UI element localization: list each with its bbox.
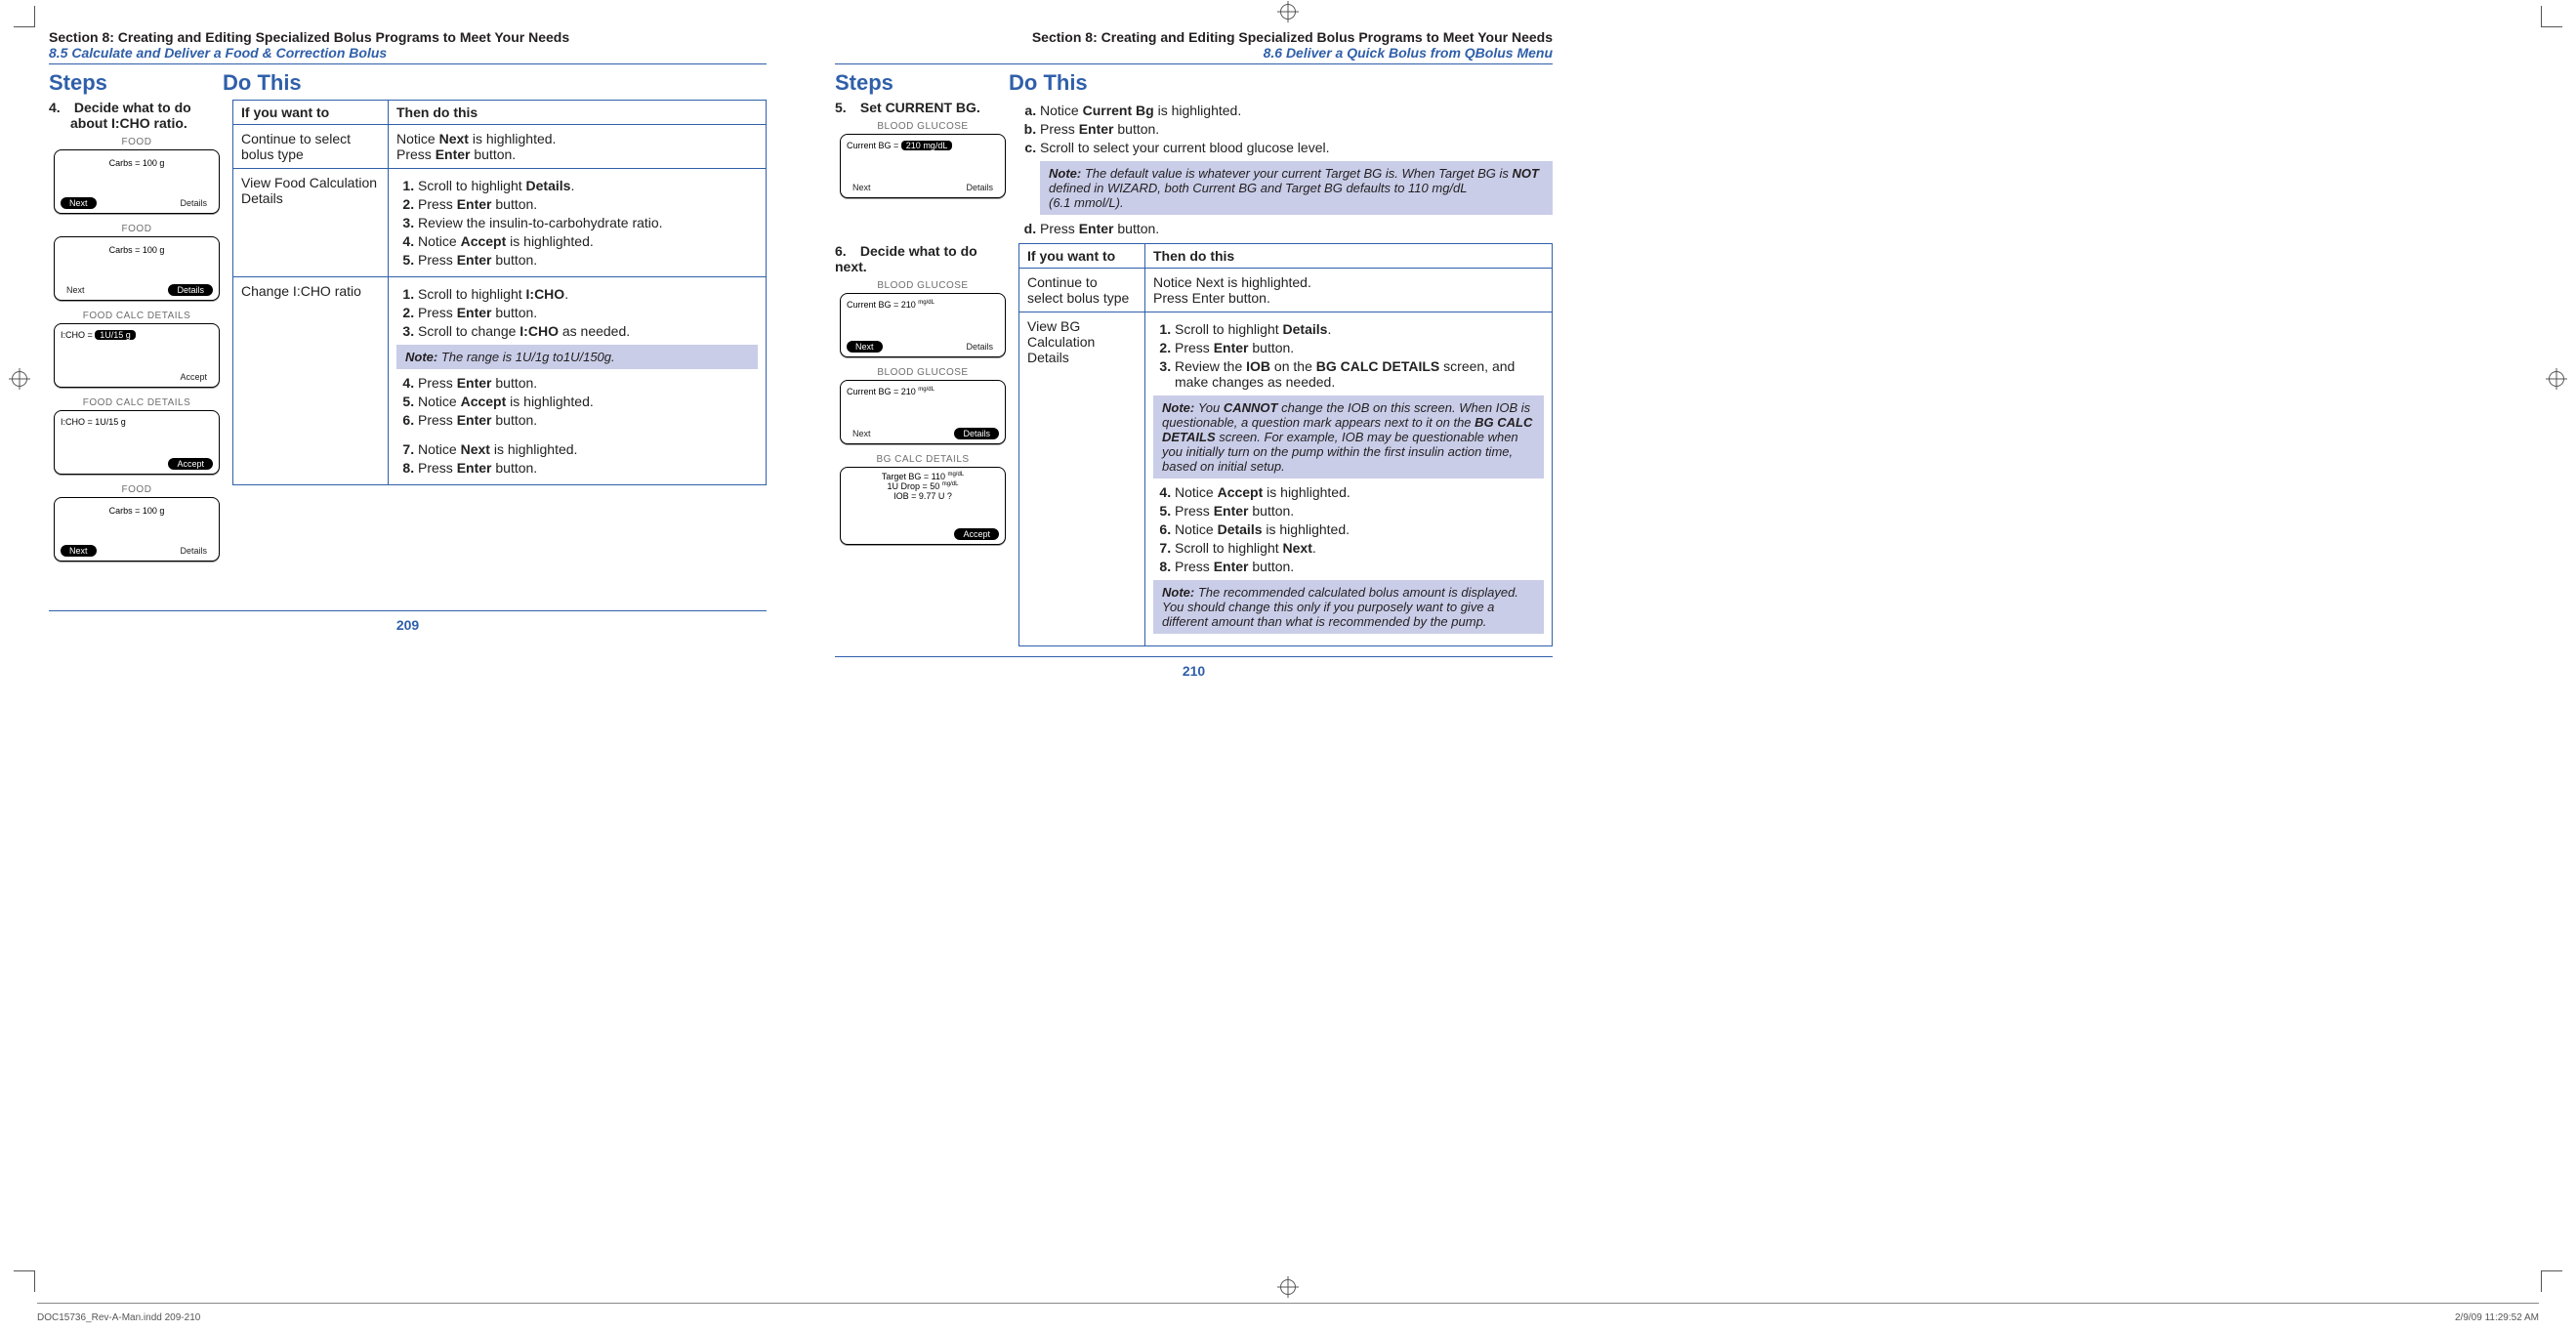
device-mock-bg-1: BLOOD GLUCOSE Current BG = 210 mg/dL Nex… bbox=[840, 121, 1006, 198]
crop-mark-icon bbox=[14, 6, 35, 27]
table-cell: Change I:CHO ratio bbox=[233, 277, 389, 485]
section-rule bbox=[835, 63, 1553, 64]
table-cell: Notice Next is highlighted. Press Enter … bbox=[389, 125, 767, 169]
registration-mark-icon bbox=[1280, 4, 1296, 20]
details-label: Details bbox=[960, 182, 999, 193]
device-mock-bgcalc: BG CALC DETAILS Target BG = 110 mg/dL 1U… bbox=[840, 454, 1006, 545]
section-title: Section 8: Creating and Editing Speciali… bbox=[49, 29, 767, 45]
dothis-heading: Do This bbox=[223, 70, 302, 96]
th-ifyouwantto: If you want to bbox=[1019, 244, 1145, 269]
substep-list: Press Enter button. bbox=[1018, 221, 1553, 236]
step-title: Decide what to do bbox=[74, 100, 191, 115]
value-chip: 1U/15 g bbox=[95, 330, 136, 340]
note-box: Note: The range is 1U/1g to1U/150g. bbox=[396, 345, 758, 369]
table-cell: Continue to select bolus type bbox=[233, 125, 389, 169]
column-headers: Steps Do This bbox=[835, 70, 1553, 96]
registration-mark-icon bbox=[1280, 1279, 1296, 1295]
next-label: Next bbox=[847, 428, 877, 439]
registration-mark-icon bbox=[2549, 371, 2564, 387]
page-left: Section 8: Creating and Editing Speciali… bbox=[49, 29, 767, 679]
slug-rule bbox=[37, 1303, 2539, 1304]
device-mock-foodcalc-2: FOOD CALC DETAILS I:CHO = 1U/15 g Accept bbox=[54, 397, 220, 475]
page-number: 210 bbox=[835, 657, 1553, 679]
crop-mark-icon bbox=[2541, 1270, 2562, 1292]
next-label: Next bbox=[61, 284, 91, 296]
dothis-heading: Do This bbox=[1009, 70, 1088, 96]
steps-heading: Steps bbox=[835, 70, 1009, 96]
table-cell: View BG Calculation Details bbox=[1019, 312, 1145, 646]
device-mock-foodcalc-1: FOOD CALC DETAILS I:CHO = 1U/15 g Accept bbox=[54, 311, 220, 388]
th-thendothis: Then do this bbox=[389, 101, 767, 125]
instruction-table: If you want to Then do this Continue to … bbox=[1018, 243, 1553, 646]
note-box: Note: The recommended calculated bolus a… bbox=[1153, 580, 1544, 634]
section-title: Section 8: Creating and Editing Speciali… bbox=[835, 29, 1553, 45]
crop-mark-icon bbox=[2541, 6, 2562, 27]
subsection-title: 8.6 Deliver a Quick Bolus from QBolus Me… bbox=[835, 45, 1553, 61]
crop-mark-icon bbox=[14, 1270, 35, 1292]
next-button: Next bbox=[847, 341, 883, 353]
section-rule bbox=[49, 63, 767, 64]
step-5: 5. Set CURRENT BG. BLOOD GLUCOSE Current… bbox=[835, 100, 1553, 239]
slug-bar: DOC15736_Rev-A-Man.indd 209-210 2/9/09 1… bbox=[37, 1312, 2539, 1323]
column-headers: Steps Do This bbox=[49, 70, 767, 96]
step-4: 4. Decide what to do about I:CHO ratio. … bbox=[49, 100, 767, 571]
steps-column: 4. Decide what to do about I:CHO ratio. … bbox=[49, 100, 232, 571]
dothis-column: If you want to Then do this Continue to … bbox=[232, 100, 767, 571]
step-title-line2: about I:CHO ratio. bbox=[70, 115, 187, 131]
table-cell: Scroll to highlight I:CHO. Press Enter b… bbox=[389, 277, 767, 485]
device-mock-food-3: FOOD Carbs = 100 g Next Details bbox=[54, 484, 220, 562]
device-mock-food-2: FOOD Carbs = 100 g Next Details bbox=[54, 224, 220, 301]
instruction-table: If you want to Then do this Continue to … bbox=[232, 100, 767, 485]
accept-button: Accept bbox=[168, 458, 213, 470]
accept-button: Accept bbox=[954, 528, 999, 540]
value-chip: 210 mg/dL bbox=[901, 141, 953, 150]
subsection-title: 8.5 Calculate and Deliver a Food & Corre… bbox=[49, 45, 767, 61]
th-ifyouwantto: If you want to bbox=[233, 101, 389, 125]
slug-file: DOC15736_Rev-A-Man.indd 209-210 bbox=[37, 1312, 200, 1323]
details-button: Details bbox=[954, 428, 999, 439]
step-number: 5. bbox=[835, 100, 856, 115]
step-number: 6. bbox=[835, 243, 856, 259]
step-number: 4. bbox=[49, 100, 70, 115]
step-6: 6. Decide what to do next. BLOOD GLUCOSE… bbox=[835, 243, 1553, 646]
next-label: Next bbox=[847, 182, 877, 193]
details-label: Details bbox=[174, 545, 213, 557]
details-label: Details bbox=[960, 341, 999, 353]
device-mock-food-1: FOOD Carbs = 100 g Next Details bbox=[54, 137, 220, 214]
substep-list: Notice Current Bg is highlighted. Press … bbox=[1018, 103, 1553, 155]
print-spread: Section 8: Creating and Editing Speciali… bbox=[0, 0, 2576, 1331]
step-title: Decide what to do next. bbox=[835, 243, 977, 274]
page-number: 209 bbox=[49, 611, 767, 633]
th-thendothis: Then do this bbox=[1145, 244, 1553, 269]
step-title: Set CURRENT BG. bbox=[860, 100, 980, 115]
table-cell: Scroll to highlight Details. Press Enter… bbox=[389, 169, 767, 277]
table-cell: Notice Next is highlighted. Press Enter … bbox=[1145, 269, 1553, 312]
device-mock-bg-2: BLOOD GLUCOSE Current BG = 210 mg/dL Nex… bbox=[840, 280, 1006, 357]
table-cell: Scroll to highlight Details. Press Enter… bbox=[1145, 312, 1553, 646]
next-button: Next bbox=[61, 545, 97, 557]
steps-heading: Steps bbox=[49, 70, 223, 96]
table-cell: Continue to select bolus type bbox=[1019, 269, 1145, 312]
accept-label: Accept bbox=[174, 371, 213, 383]
slug-timestamp: 2/9/09 11:29:52 AM bbox=[2455, 1312, 2539, 1323]
next-button: Next bbox=[61, 197, 97, 209]
note-box: Note: The default value is whatever your… bbox=[1040, 161, 1553, 215]
page-right: Section 8: Creating and Editing Speciali… bbox=[835, 29, 1553, 679]
details-button: Details bbox=[168, 284, 213, 296]
device-mock-bg-3: BLOOD GLUCOSE Current BG = 210 mg/dL Nex… bbox=[840, 367, 1006, 444]
registration-mark-icon bbox=[12, 371, 27, 387]
table-cell: View Food Calculation Details bbox=[233, 169, 389, 277]
note-box: Note: You CANNOT change the IOB on this … bbox=[1153, 395, 1544, 478]
details-label: Details bbox=[174, 197, 213, 209]
